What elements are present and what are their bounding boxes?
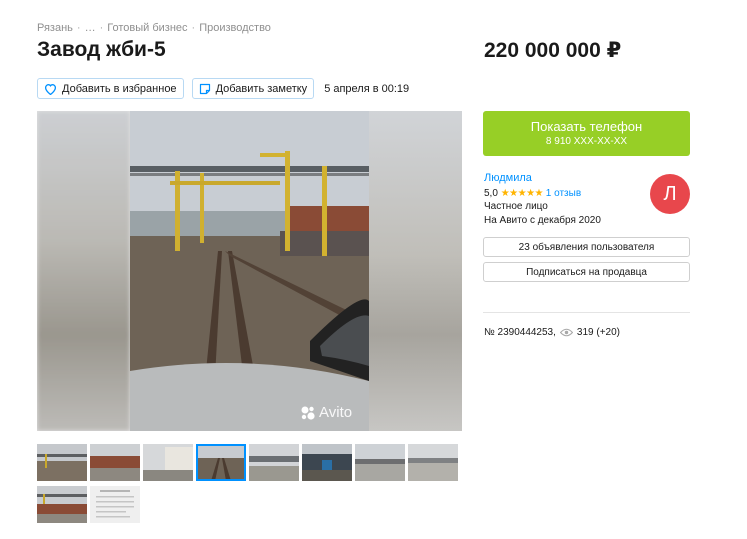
add-favorite-label: Добавить в избранное bbox=[62, 82, 177, 95]
show-phone-button[interactable]: Показать телефон 8 910 XXX-XX-XX bbox=[483, 111, 690, 156]
seller-since: На Авито с декабря 2020 bbox=[484, 214, 601, 226]
rating-stars-icon: ★★★★★ bbox=[500, 187, 544, 199]
thumbnail[interactable] bbox=[90, 486, 140, 523]
breadcrumb: Рязань · … · Готовый бизнес · Производст… bbox=[37, 22, 271, 34]
user-listings-button[interactable]: 23 объявления пользователя bbox=[483, 237, 690, 257]
publish-date: 5 апреля в 00:19 bbox=[324, 82, 410, 95]
breadcrumb-ellipsis[interactable]: … bbox=[85, 22, 96, 34]
seller-info: Людмила 5,0 ★★★★★ 1 отзыв Частное лицо Н… bbox=[484, 172, 601, 227]
breadcrumb-separator: · bbox=[99, 22, 104, 34]
add-note-label: Добавить заметку bbox=[215, 82, 308, 95]
listing-meta: № 2390444253, 319 (+20) bbox=[484, 327, 620, 338]
seller-reviews-link[interactable]: 1 отзыв bbox=[546, 188, 581, 199]
breadcrumb-subcategory[interactable]: Производство bbox=[199, 22, 271, 34]
action-bar: Добавить в избранное Добавить заметку 5 … bbox=[37, 78, 409, 99]
thumbnail[interactable] bbox=[90, 444, 140, 481]
breadcrumb-separator: · bbox=[76, 22, 81, 34]
thumbnail[interactable] bbox=[143, 444, 193, 481]
add-note-button[interactable]: Добавить заметку bbox=[191, 78, 315, 99]
add-favorite-button[interactable]: Добавить в избранное bbox=[37, 78, 184, 99]
photo-blur-left bbox=[37, 111, 130, 431]
avatar[interactable]: Л bbox=[650, 174, 690, 214]
page-title: Завод жби-5 bbox=[37, 38, 166, 61]
masked-phone: 8 910 XXX-XX-XX bbox=[545, 136, 628, 147]
thumbnail[interactable] bbox=[355, 444, 405, 481]
breadcrumb-city[interactable]: Рязань bbox=[37, 22, 73, 34]
avito-logo-icon bbox=[301, 406, 315, 420]
main-photo[interactable]: Avito bbox=[37, 111, 462, 431]
photo-blur-right bbox=[369, 111, 462, 431]
show-phone-label: Показать телефон bbox=[530, 119, 643, 134]
breadcrumb-category[interactable]: Готовый бизнес bbox=[107, 22, 187, 34]
thumbnail[interactable] bbox=[408, 444, 458, 481]
note-icon bbox=[199, 83, 210, 94]
thumbnail[interactable] bbox=[37, 444, 87, 481]
avito-watermark: Avito bbox=[300, 404, 352, 421]
seller-rating: 5,0 bbox=[484, 187, 498, 199]
view-count: 319 (+20) bbox=[576, 327, 620, 338]
thumbnail[interactable] bbox=[249, 444, 299, 481]
thumbnail-strip bbox=[37, 444, 467, 523]
seller-type: Частное лицо bbox=[484, 201, 548, 212]
heart-icon bbox=[44, 83, 57, 95]
breadcrumb-separator: · bbox=[191, 22, 196, 34]
thumbnail[interactable] bbox=[196, 444, 246, 481]
seller-name[interactable]: Людмила bbox=[484, 172, 601, 186]
price: 220 000 000 ₽ bbox=[484, 39, 622, 62]
eye-icon bbox=[559, 328, 573, 337]
seller-rating-row: 5,0 ★★★★★ 1 отзыв bbox=[484, 187, 601, 201]
photo-railway-yard bbox=[130, 111, 369, 431]
listing-id: № 2390444253, bbox=[484, 327, 556, 338]
thumbnail[interactable] bbox=[302, 444, 352, 481]
subscribe-seller-button[interactable]: Подписаться на продавца bbox=[483, 262, 690, 282]
avito-watermark-text: Avito bbox=[319, 404, 353, 421]
thumbnail[interactable] bbox=[37, 486, 87, 523]
divider bbox=[483, 312, 690, 313]
